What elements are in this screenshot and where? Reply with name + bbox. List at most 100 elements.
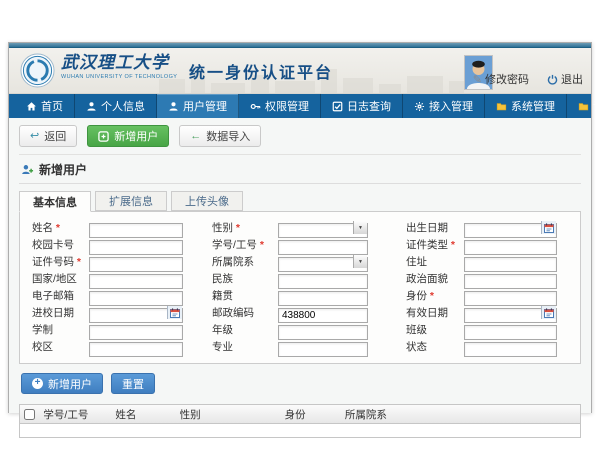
nav-item-profile[interactable]: 个人信息 [75,94,157,118]
nav-item-label: 首页 [41,98,63,114]
chevron-down-icon[interactable]: ▼ [353,255,367,268]
tab-extended-info[interactable]: 扩展信息 [95,191,167,211]
pencil-icon: ✎ [473,73,482,86]
schooling-length-control [89,322,183,337]
section-header: 新增用户 [19,155,581,184]
column-header: 操作 [576,407,580,422]
ethnicity-field[interactable] [278,274,368,289]
country-region-control [89,271,183,286]
column-header: 所属院系 [341,407,576,422]
form-row: 校区 专业 状态 [28,338,580,355]
grade-field[interactable] [278,325,368,340]
address-control [464,254,557,269]
logout-link[interactable]: 退出 [547,71,583,87]
calendar-icon[interactable] [541,221,556,234]
table-header: 学号/工号姓名性别身份所属院系操作 [20,405,580,424]
nav-item-subscription-management[interactable]: 订阅管理 [567,94,600,118]
email-control [89,288,183,303]
name-field[interactable] [89,223,183,238]
form-panel: 姓名 *性别 *▼出生日期 校园卡号 学号/工号 *证件类型 *证件号码 *所属… [19,211,581,364]
valid-date-control [464,305,557,320]
select-all-checkbox[interactable] [24,409,35,420]
required-asterisk: * [77,256,81,268]
tab-upload-avatar[interactable]: 上传头像 [171,191,243,211]
political-status-field[interactable] [464,274,557,289]
university-name-en: WUHAN UNIVERSITY OF TECHNOLOGY [61,75,177,81]
birth-date-label: 出生日期 [406,220,464,235]
column-header: 性别 [176,407,281,422]
gear-icon [414,101,425,112]
nav-item-label: 订阅管理 [593,98,600,114]
change-password-link[interactable]: ✎ 修改密码 [473,71,529,87]
campus-field[interactable] [89,342,183,357]
data-import-button[interactable]: ← 数据导入 [179,125,261,147]
required-asterisk: * [260,239,264,251]
nav-item-user-management[interactable]: 用户管理 [157,94,239,118]
chevron-down-icon[interactable]: ▼ [353,221,367,234]
enroll-date-control [89,305,183,320]
calendar-icon[interactable] [167,306,182,319]
form-row: 进校日期 邮政编码 有效日期 [28,304,580,321]
id-type-field[interactable] [464,240,557,255]
form-row: 国家/地区 民族 政治面貌 [28,270,580,287]
required-asterisk: * [430,290,434,302]
tab-bar: 基本信息扩展信息上传头像 [19,191,581,211]
campus-card-field[interactable] [89,240,183,255]
nav-bar: 首页个人信息用户管理权限管理日志查询接入管理系统管理订阅管理 [9,94,591,118]
power-icon [547,74,558,85]
nav-item-permission-management[interactable]: 权限管理 [239,94,321,118]
native-place-field[interactable] [278,291,368,306]
plus-circle-icon: + [32,378,43,389]
nav-item-system-management[interactable]: 系统管理 [485,94,567,118]
app-window: 武汉理工大学 WUHAN UNIVERSITY OF TECHNOLOGY 统一… [8,42,592,413]
content-area: ↩ 返回 新增用户 ← 数据导入 新增用户 [9,118,591,413]
submit-add-user-label: 新增用户 [48,376,92,392]
class-field[interactable] [464,325,557,340]
nav-item-label: 用户管理 [183,98,227,114]
major-field[interactable] [278,342,368,357]
nav-item-label: 系统管理 [511,98,555,114]
gender-control: ▼ [278,220,368,235]
address-field[interactable] [464,257,557,272]
home-icon [26,101,37,112]
nav-item-label: 权限管理 [265,98,309,114]
platform-title: 统一身份认证平台 [189,59,333,83]
country-region-field[interactable] [89,274,183,289]
required-asterisk: * [451,239,455,251]
logout-label: 退出 [561,71,583,87]
political-status-control [464,271,557,286]
nav-item-home[interactable]: 首页 [15,94,75,118]
id-number-field[interactable] [89,257,183,272]
add-user-toolbar-button[interactable]: 新增用户 [87,125,169,147]
reset-button[interactable]: 重置 [111,373,155,394]
class-control [464,322,557,337]
nav-item-access-management[interactable]: 接入管理 [403,94,485,118]
form-row: 电子邮箱 籍贯 身份 * [28,287,580,304]
data-import-label: 数据导入 [206,128,250,144]
identity-field[interactable] [464,291,557,306]
campus-label: 校区 [32,339,89,354]
grade-control [278,322,368,337]
postal-code-control [278,305,368,320]
required-asterisk: * [236,222,240,234]
submit-add-user-button[interactable]: + 新增用户 [21,373,103,394]
nav-item-log-query[interactable]: 日志查询 [321,94,403,118]
postal-code-field[interactable] [278,308,368,323]
address-label: 住址 [406,254,464,269]
university-logo [20,53,55,88]
status-field[interactable] [464,342,557,357]
user-icon [86,101,97,112]
student-id-field[interactable] [278,240,368,255]
form-row: 证件号码 *所属院系 ▼住址 [28,253,580,270]
tab-basic-info[interactable]: 基本信息 [19,191,91,212]
schooling-length-label: 学制 [32,322,89,337]
name-label: 姓名 * [32,220,89,235]
student-id-label: 学号/工号 * [212,237,278,252]
calendar-icon[interactable] [541,306,556,319]
schooling-length-field[interactable] [89,325,183,340]
grade-label: 年级 [212,322,278,337]
campus-card-label: 校园卡号 [32,237,89,252]
back-button[interactable]: ↩ 返回 [19,125,77,147]
email-field[interactable] [89,291,183,306]
birth-date-control [464,220,557,235]
